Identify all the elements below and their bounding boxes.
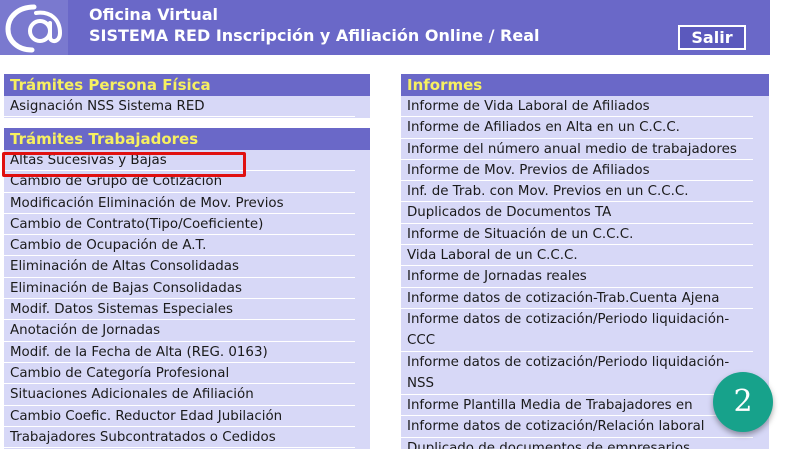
logo bbox=[0, 0, 68, 55]
menu-item-informe-cotizacion-trab[interactable]: Informe datos de cotización-Trab.Cuenta … bbox=[401, 288, 753, 309]
menu-item-eliminacion-altas[interactable]: Eliminación de Altas Consolidadas bbox=[4, 256, 355, 278]
menu-item-modif-datos-sistemas[interactable]: Modif. Datos Sistemas Especiales bbox=[4, 299, 355, 321]
menu-item-informe-situacion-ccc[interactable]: Informe de Situación de un C.C.C. bbox=[401, 224, 753, 246]
app-subtitle: SISTEMA RED Inscripción y Afiliación Onl… bbox=[89, 26, 540, 45]
menu-item-anotacion-jornadas[interactable]: Anotación de Jornadas bbox=[4, 320, 355, 342]
panel-heading-informes: Informes bbox=[401, 74, 769, 96]
menu-item-duplicado-empresarios[interactable]: Duplicado de documentos de empresarios bbox=[401, 438, 753, 449]
panel-heading-persona-fisica: Trámites Persona Física bbox=[4, 74, 370, 96]
menu-item-modificacion-eliminacion-mov[interactable]: Modificación Eliminación de Mov. Previos bbox=[4, 193, 355, 214]
panel-heading-trabajadores: Trámites Trabajadores bbox=[4, 128, 370, 150]
menu-item-situaciones-adicionales[interactable]: Situaciones Adicionales de Afiliación bbox=[4, 384, 355, 406]
at-sign-logo-icon bbox=[5, 4, 63, 53]
menu-item-cambio-ocupacion-at[interactable]: Cambio de Ocupación de A.T. bbox=[4, 235, 355, 257]
menu-item-informe-mov-previos[interactable]: Informe de Mov. Previos de Afiliados bbox=[401, 160, 753, 182]
selection-highlight-box bbox=[2, 152, 246, 177]
menu-item-informe-vida-laboral[interactable]: Informe de Vida Laboral de Afiliados bbox=[401, 96, 753, 118]
menu-item-asignacion-nss[interactable]: Asignación NSS Sistema RED bbox=[4, 96, 355, 118]
menu-item-cambio-coefic-reductor[interactable]: Cambio Coefic. Reductor Edad Jubilación bbox=[4, 406, 355, 427]
step-number-badge: 2 bbox=[713, 372, 773, 432]
menu-item-informe-cotizacion-relacion[interactable]: Informe datos de cotización/Relación lab… bbox=[401, 416, 753, 438]
menu-item-eliminacion-bajas[interactable]: Eliminación de Bajas Consolidadas bbox=[4, 278, 355, 300]
menu-item-informe-numero-anual[interactable]: Informe del número anual medio de trabaj… bbox=[401, 139, 753, 160]
menu-item-trabajadores-subcontratados[interactable]: Trabajadores Subcontratados o Cedidos bbox=[4, 427, 355, 449]
app-header: Oficina Virtual SISTEMA RED Inscripción … bbox=[0, 0, 770, 55]
menu-item-informe-cotizacion-nss[interactable]: Informe datos de cotización/Periodo liqu… bbox=[401, 352, 753, 395]
menu-item-cambio-categoria[interactable]: Cambio de Categoría Profesional bbox=[4, 363, 355, 385]
menu-item-informe-cotizacion-ccc[interactable]: Informe datos de cotización/Periodo liqu… bbox=[401, 309, 753, 352]
panel-persona-fisica: Trámites Persona Física Asignación NSS S… bbox=[4, 74, 370, 118]
menu-item-informe-afiliados-alta[interactable]: Informe de Afiliados en Alta en un C.C.C… bbox=[401, 117, 753, 139]
menu-item-inf-trab-mov-previos[interactable]: Inf. de Trab. con Mov. Previos en un C.C… bbox=[401, 181, 753, 203]
app-title: Oficina Virtual bbox=[89, 5, 218, 24]
menu-item-cambio-contrato[interactable]: Cambio de Contrato(Tipo/Coeficiente) bbox=[4, 214, 355, 236]
menu-item-informe-plantilla-media[interactable]: Informe Plantilla Media de Trabajadores … bbox=[401, 395, 753, 417]
menu-item-vida-laboral-ccc[interactable]: Vida Laboral de un C.C.C. bbox=[401, 245, 753, 267]
logout-button[interactable]: Salir bbox=[678, 25, 746, 50]
menu-item-modif-fecha-alta[interactable]: Modif. de la Fecha de Alta (REG. 0163) bbox=[4, 342, 355, 363]
menu-item-informe-jornadas-reales[interactable]: Informe de Jornadas reales bbox=[401, 266, 753, 288]
menu-item-duplicados-ta[interactable]: Duplicados de Documentos TA bbox=[401, 202, 753, 224]
